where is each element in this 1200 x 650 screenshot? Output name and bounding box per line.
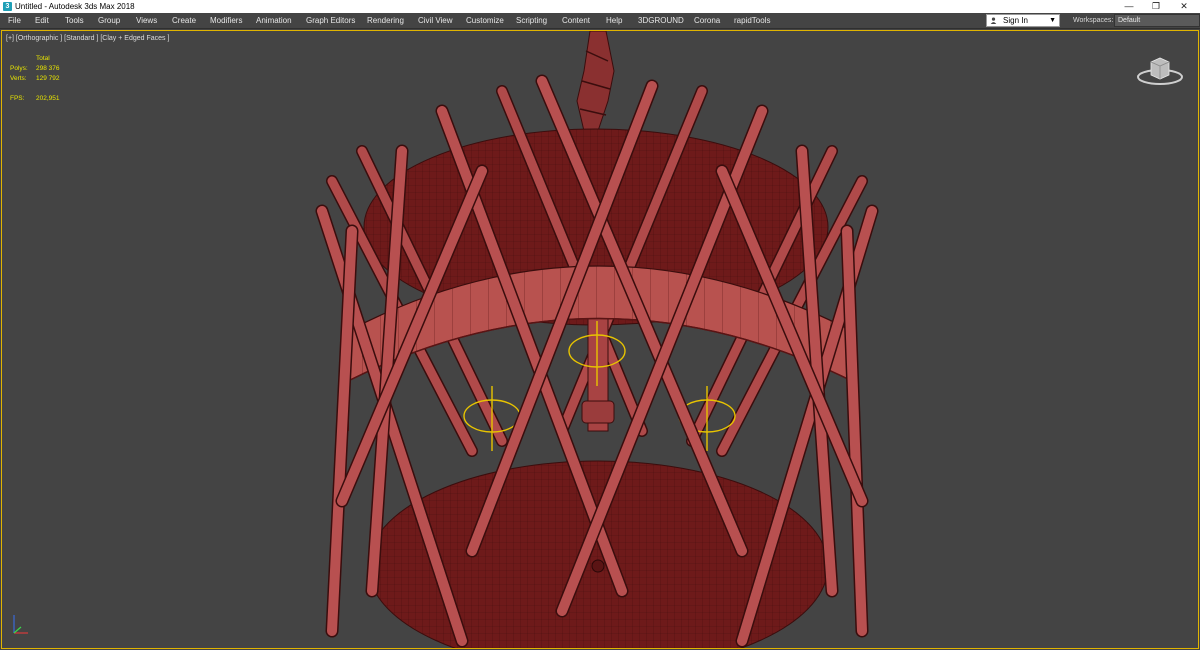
stats-verts-label: Verts: bbox=[10, 75, 27, 82]
menu-modifiers[interactable]: Modifiers bbox=[210, 13, 242, 28]
menu-scripting[interactable]: Scripting bbox=[516, 13, 547, 28]
restore-icon[interactable]: ❐ bbox=[1143, 0, 1169, 13]
stats-fps-value: 202,951 bbox=[36, 95, 60, 102]
menu-rapidtools[interactable]: rapidTools bbox=[734, 13, 770, 28]
stats-polys-label: Polys: bbox=[10, 65, 28, 72]
perspective-viewport[interactable]: [+] [Orthographic ] [Standard ] [Clay + … bbox=[1, 30, 1199, 649]
minimize-icon[interactable]: — bbox=[1116, 0, 1142, 13]
app-icon[interactable]: 3 bbox=[3, 2, 12, 11]
menu-customize[interactable]: Customize bbox=[466, 13, 504, 28]
menu-content[interactable]: Content bbox=[562, 13, 590, 28]
menu-corona[interactable]: Corona bbox=[694, 13, 720, 28]
menu-views[interactable]: Views bbox=[136, 13, 157, 28]
menu-group[interactable]: Group bbox=[98, 13, 120, 28]
menu-file[interactable]: File bbox=[8, 13, 21, 28]
stats-fps-label: FPS: bbox=[10, 95, 25, 102]
menu-civil-view[interactable]: Civil View bbox=[418, 13, 453, 28]
stats-verts-value: 129 792 bbox=[36, 75, 60, 82]
window-title: Untitled - Autodesk 3ds Max 2018 bbox=[15, 2, 135, 11]
menu-rendering[interactable]: Rendering bbox=[367, 13, 404, 28]
menu-help[interactable]: Help bbox=[606, 13, 622, 28]
sign-in-label: Sign In bbox=[1003, 16, 1028, 25]
title-bar: 3 Untitled - Autodesk 3ds Max 2018 — ❐ ✕ bbox=[0, 0, 1200, 13]
sign-in-dropdown[interactable]: Sign In ▼ bbox=[986, 14, 1060, 27]
stats-header: Total bbox=[36, 55, 50, 62]
chevron-down-icon: ▼ bbox=[1049, 17, 1056, 24]
hanging-rope bbox=[576, 31, 615, 132]
menu-tools[interactable]: Tools bbox=[65, 13, 84, 28]
bottom-disc-knob bbox=[591, 559, 605, 573]
menu-3dground[interactable]: 3DGROUND bbox=[638, 13, 684, 28]
axis-tripod-icon bbox=[13, 615, 28, 634]
close-icon[interactable]: ✕ bbox=[1171, 0, 1197, 13]
scene-model[interactable] bbox=[2, 31, 1198, 648]
viewport-label-menu[interactable]: [+] [Orthographic ] [Standard ] [Clay + … bbox=[6, 34, 169, 43]
menu-edit[interactable]: Edit bbox=[35, 13, 49, 28]
viewcube-icon[interactable] bbox=[1134, 51, 1186, 91]
workspaces-label: Workspaces: bbox=[1073, 17, 1114, 24]
menu-create[interactable]: Create bbox=[172, 13, 196, 28]
menu-graph-editors[interactable]: Graph Editors bbox=[306, 13, 355, 28]
stats-polys-value: 298 376 bbox=[36, 65, 60, 72]
user-icon bbox=[990, 17, 997, 24]
workspaces-select[interactable]: Default bbox=[1114, 14, 1200, 27]
menu-animation[interactable]: Animation bbox=[256, 13, 292, 28]
